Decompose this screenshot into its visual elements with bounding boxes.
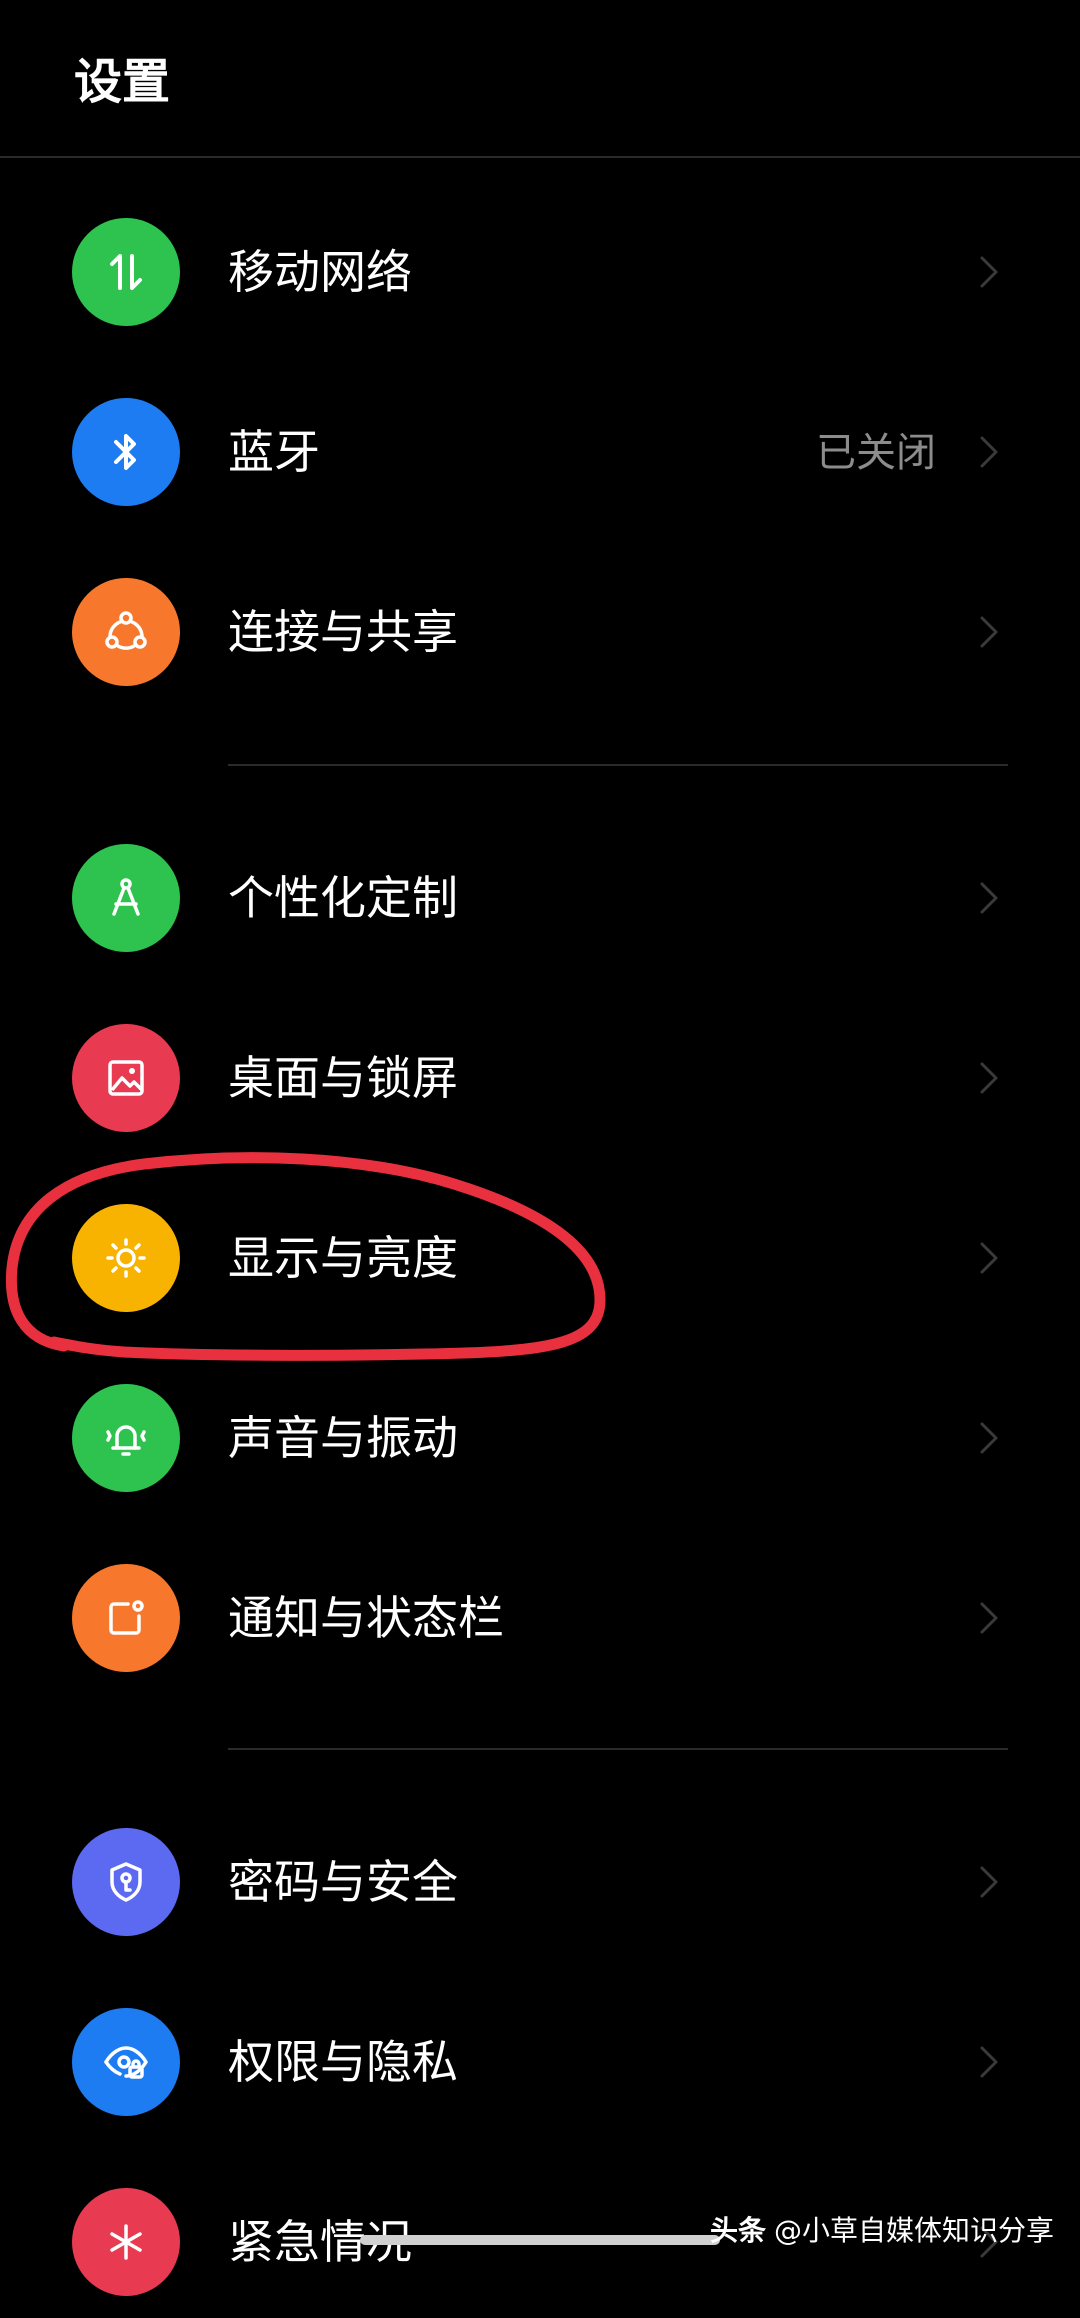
chevron-right-icon (980, 882, 998, 914)
chevron-right-icon (980, 436, 998, 468)
settings-item-personalization[interactable]: 个性化定制 (0, 824, 1080, 974)
section-divider (228, 1748, 1008, 1750)
settings-item-mobile-network[interactable]: 移动网络 (0, 198, 1080, 348)
page-title: 设置 (74, 54, 171, 110)
mobile-data-icon (72, 218, 180, 326)
settings-item-label: 桌面与锁屏 (228, 1051, 458, 1105)
chevron-right-icon (980, 1062, 998, 1094)
settings-item-label: 移动网络 (228, 245, 412, 299)
brightness-icon (72, 1204, 180, 1312)
bell-vibration-icon (72, 1384, 180, 1492)
chevron-right-icon (980, 1602, 998, 1634)
settings-item-label: 声音与振动 (228, 1411, 458, 1465)
emergency-icon (72, 2188, 180, 2296)
settings-item-permissions-privacy[interactable]: 权限与隐私 (0, 1988, 1080, 2138)
chevron-right-icon (980, 1422, 998, 1454)
settings-item-desktop-lockscreen[interactable]: 桌面与锁屏 (0, 1004, 1080, 1154)
settings-item-label: 连接与共享 (228, 605, 458, 659)
notification-icon (72, 1564, 180, 1672)
settings-item-connection-sharing[interactable]: 连接与共享 (0, 558, 1080, 708)
watermark: 头条 @小草自媒体知识分享 (710, 2209, 1054, 2249)
shield-key-icon (72, 1828, 180, 1936)
settings-item-display-brightness[interactable]: 显示与亮度 (0, 1184, 1080, 1334)
privacy-eye-icon (72, 2008, 180, 2116)
wallpaper-icon (72, 1024, 180, 1132)
chevron-right-icon (980, 1866, 998, 1898)
bluetooth-status-value: 已关闭 (816, 430, 936, 476)
watermark-brand: 头条 (709, 2214, 766, 2247)
home-indicator[interactable] (360, 2235, 720, 2245)
settings-item-password-security[interactable]: 密码与安全 (0, 1808, 1080, 1958)
settings-item-label: 通知与状态栏 (228, 1591, 504, 1645)
compass-icon (72, 844, 180, 952)
chevron-right-icon (980, 256, 998, 288)
settings-item-label: 个性化定制 (228, 871, 458, 925)
share-connection-icon (72, 578, 180, 686)
header-divider (0, 156, 1080, 158)
chevron-right-icon (980, 616, 998, 648)
settings-item-label: 密码与安全 (228, 1855, 458, 1909)
settings-item-bluetooth[interactable]: 蓝牙 已关闭 (0, 378, 1080, 528)
chevron-right-icon (980, 1242, 998, 1274)
chevron-right-icon (980, 2046, 998, 2078)
watermark-account: @小草自媒体知识分享 (773, 2214, 1054, 2247)
settings-item-notification-statusbar[interactable]: 通知与状态栏 (0, 1544, 1080, 1694)
settings-item-sound-vibration[interactable]: 声音与振动 (0, 1364, 1080, 1514)
settings-item-label: 显示与亮度 (228, 1231, 458, 1285)
settings-item-label: 权限与隐私 (228, 2035, 458, 2089)
section-divider (228, 764, 1008, 766)
settings-item-label: 蓝牙 (228, 425, 320, 479)
header-bar: 设置 (0, 0, 1080, 156)
bluetooth-icon (72, 398, 180, 506)
